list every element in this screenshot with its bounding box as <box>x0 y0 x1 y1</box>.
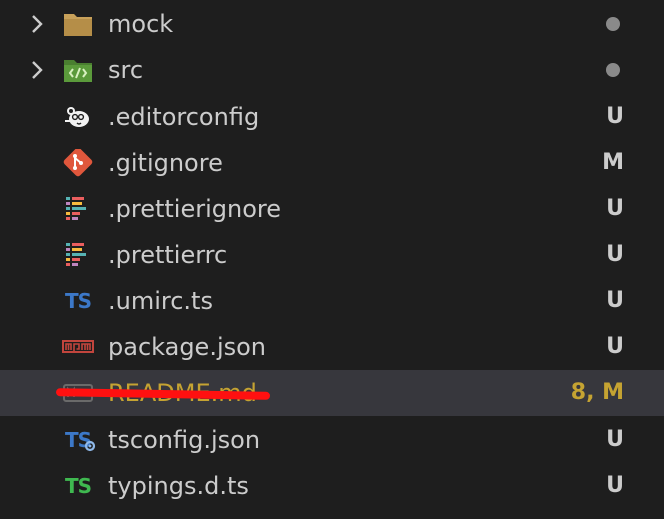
gear-icon <box>84 440 96 452</box>
tree-item-tsconfig-json[interactable]: TS tsconfig.json U <box>0 417 664 463</box>
modified-dot-indicator <box>606 17 620 31</box>
npm-icon <box>62 340 94 353</box>
ts-icon-text: TS <box>64 474 92 498</box>
git-icon <box>63 149 93 177</box>
tree-item-label: .editorconfig <box>108 103 260 131</box>
file-explorer: mock src .editorconfig U .gitignore M .p… <box>0 0 664 519</box>
tree-item-label: .prettierignore <box>108 195 281 223</box>
git-status-badge: U <box>606 473 624 498</box>
folder-icon <box>64 14 92 36</box>
git-status-badge: U <box>606 242 624 267</box>
problems-and-git-status-badge: 8, M <box>570 380 624 405</box>
prettier-icon <box>66 197 86 220</box>
tree-item-label: mock <box>108 10 174 38</box>
typescript-icon: TS <box>62 287 94 315</box>
git-status-badge: U <box>606 196 624 221</box>
editorconfig-mouse-icon <box>65 107 89 127</box>
tree-item-gitignore[interactable]: .gitignore M <box>0 140 664 186</box>
tree-item-prettierrc[interactable]: .prettierrc U <box>0 232 664 278</box>
prettier-icon <box>66 243 86 266</box>
chevron-right-icon[interactable] <box>26 13 48 35</box>
typescript-definition-icon: TS <box>62 472 94 500</box>
tree-item-editorconfig[interactable]: .editorconfig U <box>0 94 664 140</box>
tree-item-mock[interactable]: mock <box>0 1 664 47</box>
tree-item-label: tsconfig.json <box>108 426 261 454</box>
tree-item-src[interactable]: src <box>0 47 664 93</box>
tree-item-label: .gitignore <box>108 149 223 177</box>
git-status-badge: U <box>606 334 624 359</box>
tree-item-prettierignore[interactable]: .prettierignore U <box>0 186 664 232</box>
tree-item-typings-d-ts[interactable]: TS typings.d.ts U <box>0 463 664 509</box>
tree-item-label: .prettierrc <box>108 241 228 269</box>
git-status-badge: U <box>606 288 624 313</box>
tree-item-label: package.json <box>108 333 267 361</box>
ts-icon-text: TS <box>64 289 92 313</box>
tree-item-label: typings.d.ts <box>108 472 249 500</box>
modified-dot-indicator <box>606 63 620 77</box>
chevron-right-icon[interactable] <box>26 59 48 81</box>
git-status-badge: U <box>606 104 624 129</box>
tree-item-readme-md[interactable]: README.md 8, M <box>0 370 664 416</box>
tree-item-label: .umirc.ts <box>108 287 213 315</box>
tree-item-label: src <box>108 56 144 84</box>
tree-item-umirc-ts[interactable]: TS .umirc.ts U <box>0 278 664 324</box>
tree-item-package-json[interactable]: package.json U <box>0 324 664 370</box>
tsconfig-icon: TS <box>62 426 96 454</box>
git-status-badge: U <box>606 427 624 452</box>
git-status-badge: M <box>602 150 624 175</box>
source-folder-icon <box>64 60 92 82</box>
